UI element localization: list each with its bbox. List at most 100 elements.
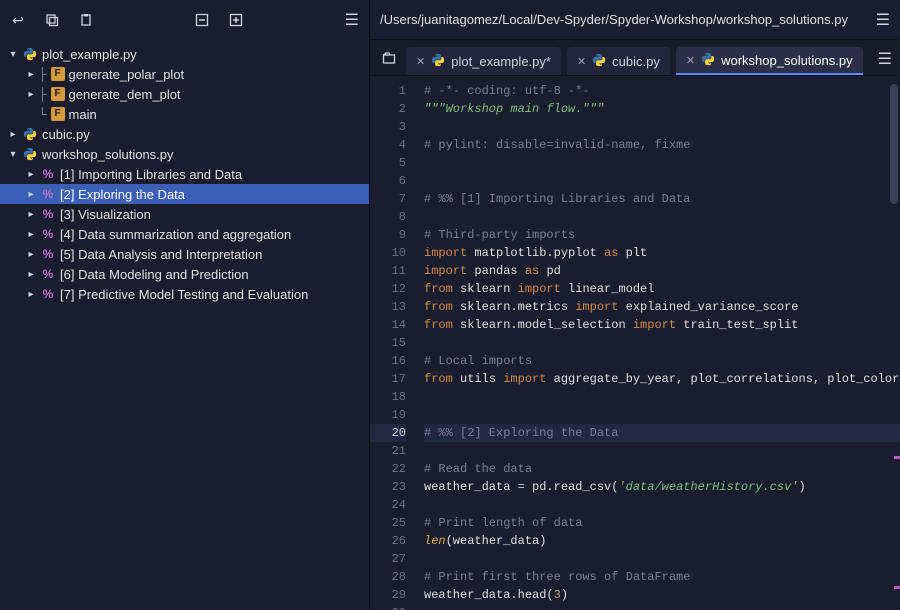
code-line[interactable]: # Local imports xyxy=(424,352,900,370)
code-line[interactable] xyxy=(424,172,900,190)
tree-elbow: ├ xyxy=(38,67,47,81)
tree-row[interactable]: ▸%[5] Data Analysis and Interpretation xyxy=(0,244,369,264)
line-number: 7 xyxy=(370,190,406,208)
hamburger-icon[interactable]: ☰ xyxy=(876,10,890,30)
code-line[interactable] xyxy=(424,550,900,568)
tree-row[interactable]: ▾ plot_example.py xyxy=(0,44,369,64)
tree-row[interactable]: ▸├Fgenerate_dem_plot xyxy=(0,84,369,104)
line-number: 20 xyxy=(370,424,406,442)
path-bar: /Users/juanitagomez/Local/Dev-Spyder/Spy… xyxy=(370,0,900,40)
chevron-down-icon[interactable]: ▾ xyxy=(6,47,20,61)
code-text[interactable]: # -*- coding: utf-8 -*-"""Workshop main … xyxy=(414,76,900,610)
hamburger-icon[interactable]: ☰ xyxy=(878,49,892,69)
cell-icon: % xyxy=(40,166,56,182)
function-icon: F xyxy=(51,67,65,81)
collapse-icon[interactable] xyxy=(194,12,210,28)
code-line[interactable]: # pylint: disable=invalid-name, fixme xyxy=(424,136,900,154)
tree-row[interactable]: ▸%[1] Importing Libraries and Data xyxy=(0,164,369,184)
line-number: 21 xyxy=(370,442,406,460)
tree-row[interactable]: ▸%[4] Data summarization and aggregation xyxy=(0,224,369,244)
tree-row-label: plot_example.py xyxy=(42,47,137,62)
cell-icon: % xyxy=(40,206,56,222)
expand-icon[interactable] xyxy=(228,12,244,28)
browse-tabs-icon[interactable] xyxy=(378,47,400,69)
chevron-right-icon[interactable]: ▸ xyxy=(24,267,38,281)
tree-row[interactable]: ▸%[7] Predictive Model Testing and Evalu… xyxy=(0,284,369,304)
code-line[interactable]: from sklearn.metrics import explained_va… xyxy=(424,298,900,316)
cell-icon: % xyxy=(40,186,56,202)
code-line[interactable] xyxy=(424,208,900,226)
code-line[interactable] xyxy=(424,604,900,610)
code-line[interactable]: # Third-party imports xyxy=(424,226,900,244)
copy-icon[interactable] xyxy=(44,12,60,28)
line-number: 12 xyxy=(370,280,406,298)
line-number: 10 xyxy=(370,244,406,262)
code-line[interactable] xyxy=(424,442,900,460)
line-number: 25 xyxy=(370,514,406,532)
code-line[interactable]: from sklearn.model_selection import trai… xyxy=(424,316,900,334)
outline-tree[interactable]: ▾plot_example.py▸├Fgenerate_polar_plot▸├… xyxy=(0,40,369,610)
tree-row[interactable]: ▸%[6] Data Modeling and Prediction xyxy=(0,264,369,284)
chevron-right-icon[interactable]: ▸ xyxy=(24,187,38,201)
python-icon xyxy=(431,53,445,70)
line-number: 18 xyxy=(370,388,406,406)
code-line[interactable]: # Print first three rows of DataFrame xyxy=(424,568,900,586)
code-line[interactable]: # %% [1] Importing Libraries and Data xyxy=(424,190,900,208)
code-line[interactable]: # %% [2] Exploring the Data xyxy=(424,424,900,442)
chevron-right-icon[interactable]: ▸ xyxy=(24,247,38,261)
chevron-right-icon[interactable]: ▸ xyxy=(24,287,38,301)
tree-row-label: [7] Predictive Model Testing and Evaluat… xyxy=(60,287,308,302)
back-icon[interactable]: ↩ xyxy=(10,12,26,28)
chevron-right-icon[interactable]: ▸ xyxy=(24,167,38,181)
chevron-right-icon[interactable]: ▸ xyxy=(24,87,38,101)
close-icon[interactable]: ✕ xyxy=(577,55,586,68)
tree-row-label: [4] Data summarization and aggregation xyxy=(60,227,291,242)
code-line[interactable] xyxy=(424,154,900,172)
code-line[interactable]: # -*- coding: utf-8 -*- xyxy=(424,82,900,100)
code-line[interactable]: # Print length of data xyxy=(424,514,900,532)
tree-row[interactable]: ▾workshop_solutions.py xyxy=(0,144,369,164)
tree-row[interactable]: ▸%[3] Visualization xyxy=(0,204,369,224)
code-line[interactable]: weather_data = pd.read_csv('data/weather… xyxy=(424,478,900,496)
editor-tab[interactable]: ✕workshop_solutions.py xyxy=(676,47,863,75)
code-line[interactable]: import matplotlib.pyplot as plt xyxy=(424,244,900,262)
chevron-right-icon[interactable]: ▸ xyxy=(6,127,20,141)
editor-tab[interactable]: ✕cubic.py xyxy=(567,47,670,75)
code-line[interactable]: len(weather_data) xyxy=(424,532,900,550)
line-number: 27 xyxy=(370,550,406,568)
tree-row[interactable]: ▸└Fmain xyxy=(0,104,369,124)
chevron-right-icon[interactable]: ▸ xyxy=(24,227,38,241)
tree-row[interactable]: ▸cubic.py xyxy=(0,124,369,144)
line-number: 6 xyxy=(370,172,406,190)
close-icon[interactable]: ✕ xyxy=(416,55,425,68)
code-line[interactable]: weather_data.head(3) xyxy=(424,586,900,604)
code-line[interactable] xyxy=(424,406,900,424)
code-line[interactable] xyxy=(424,118,900,136)
tree-row[interactable]: ▸├Fgenerate_polar_plot xyxy=(0,64,369,84)
hamburger-icon[interactable]: ☰ xyxy=(345,10,359,30)
line-number: 26 xyxy=(370,532,406,550)
python-icon xyxy=(592,53,606,70)
chevron-down-icon[interactable]: ▾ xyxy=(6,147,20,161)
code-line[interactable]: # Read the data xyxy=(424,460,900,478)
tree-row[interactable]: ▸% [2] Exploring the Data xyxy=(0,184,369,204)
chevron-right-icon[interactable]: ▸ xyxy=(24,67,38,81)
close-icon[interactable]: ✕ xyxy=(686,54,695,67)
paste-icon[interactable] xyxy=(78,12,94,28)
tree-row-label: [2] Exploring the Data xyxy=(60,187,185,202)
editor-tabbar: ✕plot_example.py*✕cubic.py✕workshop_solu… xyxy=(370,40,900,76)
python-icon xyxy=(22,126,38,142)
code-line[interactable] xyxy=(424,334,900,352)
tree-row-label: [6] Data Modeling and Prediction xyxy=(60,267,249,282)
code-line[interactable]: from utils import aggregate_by_year, plo… xyxy=(424,370,900,388)
code-line[interactable] xyxy=(424,496,900,514)
code-line[interactable]: from sklearn import linear_model xyxy=(424,280,900,298)
python-icon xyxy=(22,146,38,162)
code-area[interactable]: 1234567891011121314151617181920212223242… xyxy=(370,76,900,610)
code-line[interactable] xyxy=(424,388,900,406)
scrollbar-thumb[interactable] xyxy=(890,84,898,204)
code-line[interactable]: import pandas as pd xyxy=(424,262,900,280)
code-line[interactable]: """Workshop main flow.""" xyxy=(424,100,900,118)
chevron-right-icon[interactable]: ▸ xyxy=(24,207,38,221)
editor-tab[interactable]: ✕plot_example.py* xyxy=(406,47,561,75)
